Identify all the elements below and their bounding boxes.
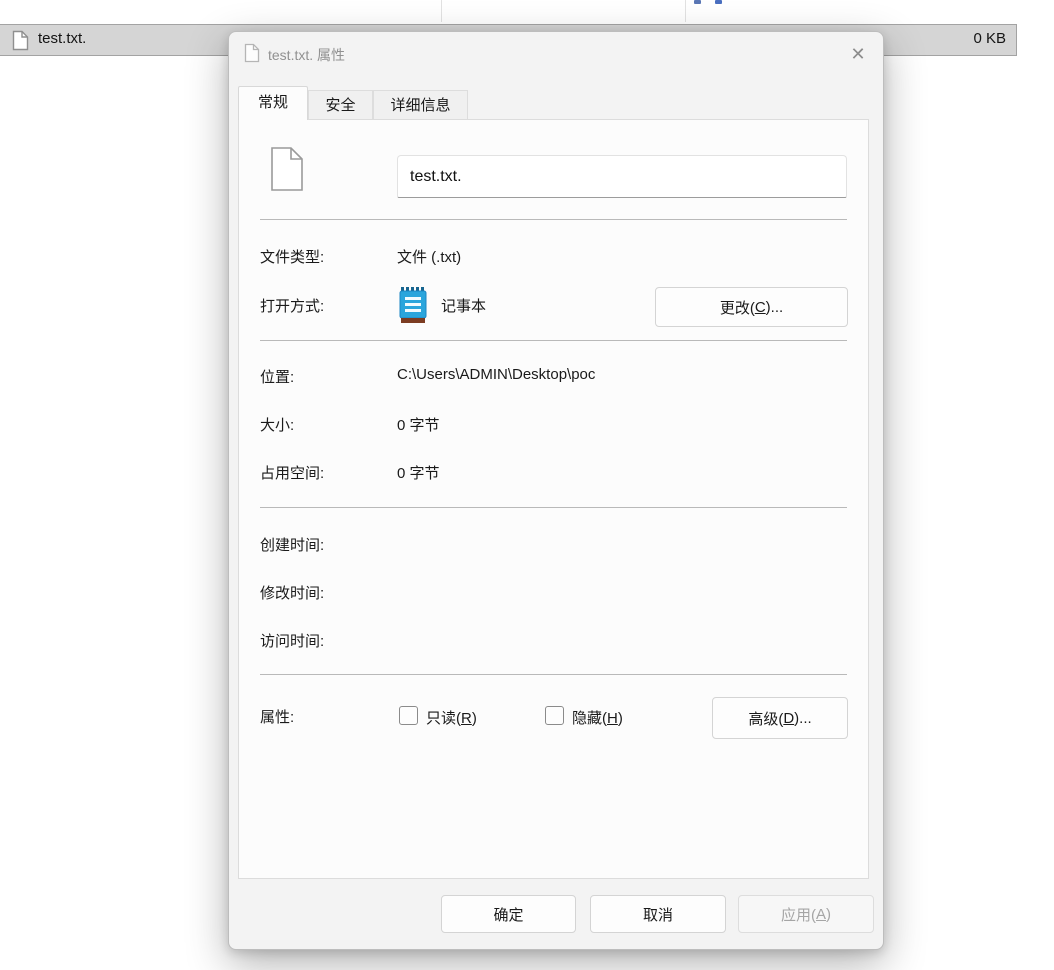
tab-general[interactable]: 常规 bbox=[238, 86, 308, 120]
file-name: test.txt. bbox=[38, 30, 86, 47]
modified-label: 修改时间: bbox=[260, 582, 324, 603]
readonly-label-suffix: ) bbox=[472, 710, 477, 727]
opens-with-app: 记事本 bbox=[441, 295, 486, 316]
dialog-title: test.txt. 属性 bbox=[268, 45, 345, 65]
size-on-disk-value: 0 字节 bbox=[397, 462, 440, 483]
location-value: C:\Users\ADMIN\Desktop\poc bbox=[397, 366, 595, 383]
change-button[interactable]: 更改(C)... bbox=[655, 287, 848, 327]
advanced-button-suffix: )... bbox=[794, 710, 812, 727]
clipped-column-divider bbox=[685, 0, 686, 22]
hidden-label-text: 隐藏( bbox=[572, 710, 607, 727]
readonly-label: 只读(R) bbox=[426, 707, 477, 728]
accessed-label: 访问时间: bbox=[260, 630, 324, 651]
clipped-content-speck bbox=[694, 0, 701, 4]
hidden-checkbox[interactable] bbox=[545, 706, 564, 725]
size-value: 0 字节 bbox=[397, 414, 440, 435]
clipped-column-divider bbox=[441, 0, 442, 22]
size-on-disk-label: 占用空间: bbox=[260, 462, 324, 483]
change-button-mnemonic: C bbox=[755, 299, 766, 316]
dialog-file-icon bbox=[244, 43, 260, 63]
change-button-suffix: )... bbox=[766, 299, 784, 316]
apply-button-mnemonic: A bbox=[816, 906, 826, 923]
separator bbox=[260, 219, 847, 220]
tab-details[interactable]: 详细信息 bbox=[373, 90, 468, 120]
attributes-label: 属性: bbox=[260, 706, 294, 727]
size-label: 大小: bbox=[260, 414, 294, 435]
created-label: 创建时间: bbox=[260, 534, 324, 555]
hidden-label-suffix: ) bbox=[618, 710, 623, 727]
apply-button-label: 应用( bbox=[781, 904, 816, 925]
file-size: 0 KB bbox=[973, 30, 1006, 47]
cancel-button[interactable]: 取消 bbox=[590, 895, 726, 933]
file-type-icon-large bbox=[270, 146, 304, 192]
close-icon[interactable]: ✕ bbox=[841, 39, 875, 69]
notepad-icon bbox=[398, 286, 428, 324]
ok-button[interactable]: 确定 bbox=[441, 895, 576, 933]
filename-input[interactable] bbox=[397, 155, 847, 198]
file-icon bbox=[12, 30, 29, 51]
separator bbox=[260, 340, 847, 341]
hidden-mnemonic: H bbox=[607, 710, 618, 727]
readonly-checkbox[interactable] bbox=[399, 706, 418, 725]
tab-security[interactable]: 安全 bbox=[308, 90, 373, 120]
hidden-label: 隐藏(H) bbox=[572, 707, 623, 728]
advanced-button-mnemonic: D bbox=[783, 710, 794, 727]
location-label: 位置: bbox=[260, 366, 294, 387]
advanced-button[interactable]: 高级(D)... bbox=[712, 697, 848, 739]
separator bbox=[260, 507, 847, 508]
advanced-button-label: 高级( bbox=[748, 708, 783, 729]
readonly-label-text: 只读( bbox=[426, 710, 461, 727]
properties-dialog: test.txt. 属性 ✕ 常规 安全 详细信息 文件类型: 文件 (.txt… bbox=[228, 31, 884, 950]
separator bbox=[260, 674, 847, 675]
clipped-content-speck bbox=[715, 0, 722, 4]
general-tab-panel: 文件类型: 文件 (.txt) 打开方式: 记事本 更改(C)... 位置 bbox=[238, 119, 869, 879]
change-button-label: 更改( bbox=[720, 297, 755, 318]
apply-button-suffix: ) bbox=[826, 906, 831, 923]
readonly-mnemonic: R bbox=[461, 710, 472, 727]
file-type-label: 文件类型: bbox=[260, 246, 324, 267]
file-type-value: 文件 (.txt) bbox=[397, 246, 461, 267]
opens-with-label: 打开方式: bbox=[260, 295, 324, 316]
apply-button: 应用(A) bbox=[738, 895, 874, 933]
